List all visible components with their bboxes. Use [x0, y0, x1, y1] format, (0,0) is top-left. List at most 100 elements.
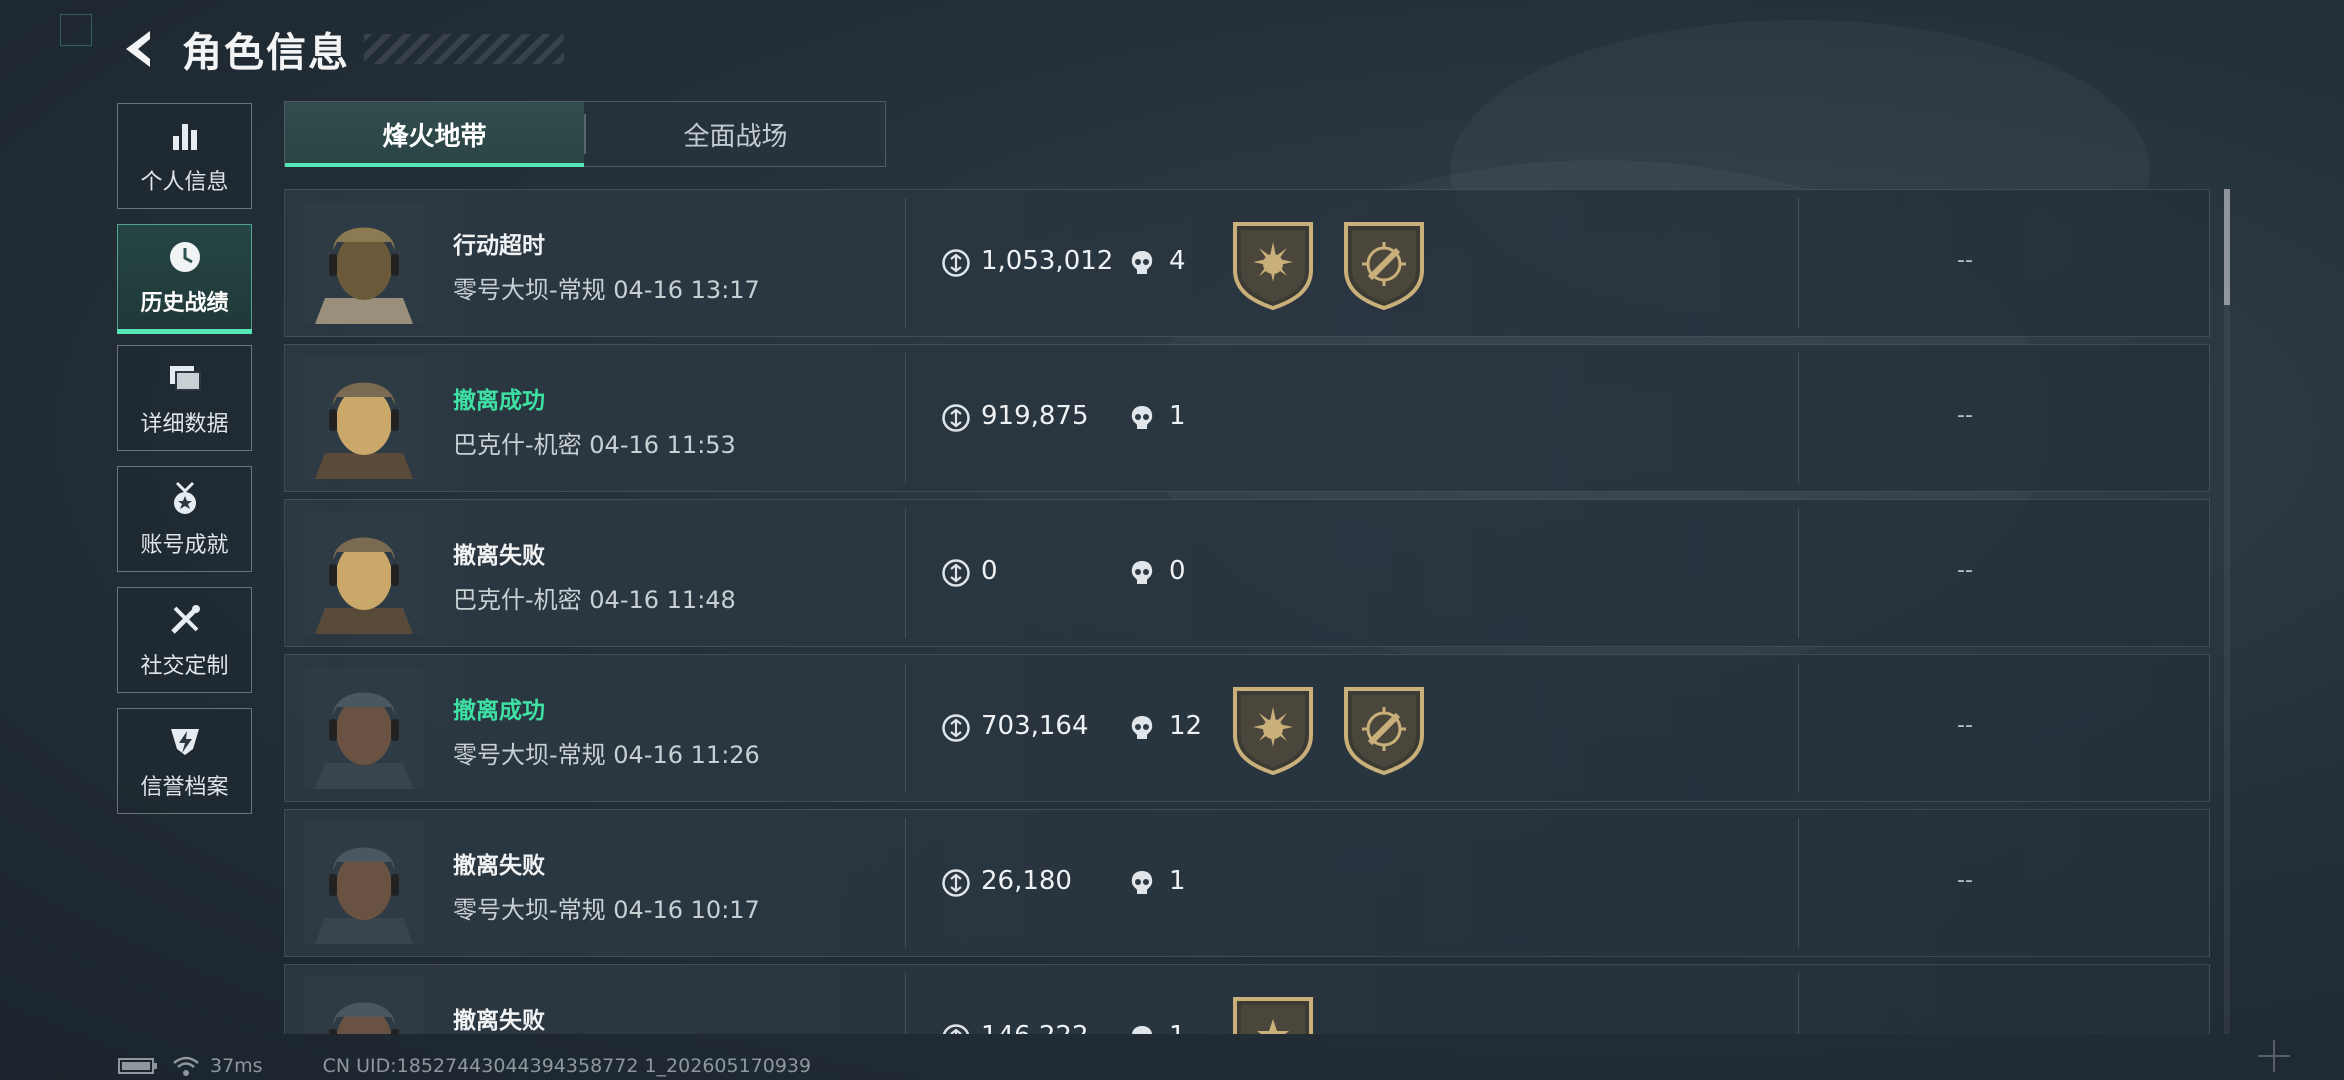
match-row[interactable]: 撤离失败 146,222 1 -- — [284, 964, 2210, 1034]
sidebar-item-label: 详细数据 — [140, 412, 229, 437]
ping-value: 37ms — [210, 1055, 263, 1077]
sidebar: 个人信息 历史战绩 详细数据 账号成就 社交定制 信誉档案 — [117, 103, 254, 829]
match-row[interactable]: 撤离成功 零号大坝-常规 04-16 11:26 703,164 12 -- — [284, 654, 2210, 802]
sidebar-item-social[interactable]: 社交定制 — [117, 587, 252, 693]
match-status: 撤离失败 — [453, 543, 545, 569]
match-status: 撤离成功 — [453, 698, 545, 724]
operator-portrait — [305, 202, 423, 324]
match-extra: -- — [1957, 1023, 1973, 1034]
crosshair-missile-badge-icon[interactable] — [1340, 683, 1428, 775]
folder-icon — [169, 366, 201, 391]
sidebar-item-personal-info[interactable]: 个人信息 — [117, 103, 252, 209]
page-title: 角色信息 — [182, 30, 350, 76]
sidebar-item-label: 信誉档案 — [140, 775, 229, 800]
skull-icon — [1131, 1026, 1153, 1034]
match-map-time: 巴克什-机密 04-16 11:53 — [453, 431, 736, 459]
scrollbar-thumb[interactable] — [2224, 189, 2230, 305]
tab-full-battlefield[interactable]: 全面战场 — [586, 102, 885, 166]
sidebar-item-achievements[interactable]: 账号成就 — [117, 466, 252, 572]
sidebar-item-reputation[interactable]: 信誉档案 — [117, 708, 252, 814]
battery-icon — [118, 1058, 157, 1074]
match-row[interactable]: 撤离失败巴克什-机密 04-16 11:48 0 0 -- — [284, 499, 2210, 647]
row-divider — [905, 663, 906, 793]
match-value: 0 — [981, 556, 998, 586]
plus-icon — [2258, 1040, 2290, 1072]
match-value: 26,180 — [981, 866, 1072, 896]
coin-icon — [942, 1024, 970, 1034]
match-row[interactable]: 撤离成功巴克什-机密 04-16 11:53 919,875 1 -- — [284, 344, 2210, 492]
bar-chart-icon — [172, 124, 197, 150]
sidebar-item-label: 历史战绩 — [140, 291, 229, 316]
match-kills: 4 — [1169, 246, 1186, 276]
match-status: 撤离成功 — [453, 388, 545, 414]
match-extra: -- — [1957, 558, 1973, 583]
scrollbar[interactable] — [2224, 189, 2230, 1034]
match-extra: -- — [1957, 248, 1973, 273]
match-value: 1,053,012 — [981, 246, 1114, 276]
row-divider — [905, 973, 906, 1034]
coin-icon — [942, 869, 970, 897]
coin-icon — [942, 404, 970, 432]
medal-icon — [173, 481, 196, 514]
match-info: 撤离失败 零号大坝-常规 04-16 10:17 — [453, 846, 760, 925]
match-kills: 1 — [1169, 1021, 1186, 1034]
match-info: 撤离失败 — [453, 1001, 545, 1034]
row-divider — [1798, 818, 1799, 948]
row-divider — [905, 508, 906, 638]
match-info: 行动超时零号大坝-常规 04-16 13:17 — [453, 226, 760, 305]
coin-icon — [942, 714, 970, 742]
match-status: 撤离失败 — [453, 1008, 545, 1034]
sunburst-badge-icon[interactable] — [1229, 218, 1317, 310]
match-value: 146,222 — [981, 1021, 1089, 1034]
operator-portrait — [305, 512, 423, 634]
corner-frame-mark — [60, 14, 92, 46]
match-map-time: 巴克什-机密 04-16 11:48 — [453, 586, 736, 614]
row-divider — [1798, 198, 1799, 328]
wifi-icon — [173, 1056, 199, 1076]
operator-portrait — [305, 822, 423, 944]
tab-hazard-zone[interactable]: 烽火地带 — [285, 102, 584, 167]
coin-icon — [942, 559, 970, 587]
match-extra: -- — [1957, 868, 1973, 893]
row-divider — [905, 198, 906, 328]
title-decoration — [364, 34, 564, 64]
match-map-time: 零号大坝-常规 04-16 11:26 — [453, 741, 760, 769]
match-status: 撤离失败 — [453, 853, 545, 879]
match-info: 撤离成功零号大坝-常规 04-16 11:26 — [453, 691, 760, 770]
page-header: 角色信息 — [118, 22, 564, 76]
match-info: 撤离失败巴克什-机密 04-16 11:48 — [453, 536, 736, 615]
sidebar-item-detailed-data[interactable]: 详细数据 — [117, 345, 252, 451]
sidebar-item-label: 账号成就 — [140, 533, 229, 558]
crosshair-missile-badge-icon[interactable] — [1340, 218, 1428, 310]
coin-icon — [942, 249, 970, 277]
row-divider — [1798, 353, 1799, 483]
status-footer: 37ms CN UID:18527443044394358772 1_20260… — [118, 1054, 811, 1078]
uid-text: CN UID:18527443044394358772 1_2026051709… — [322, 1055, 812, 1077]
match-extra: -- — [1957, 403, 1973, 428]
back-arrow-icon[interactable] — [118, 27, 162, 71]
sidebar-item-label: 社交定制 — [140, 654, 229, 679]
match-value: 919,875 — [981, 401, 1089, 431]
star-badge-icon[interactable] — [1229, 993, 1317, 1034]
skull-icon — [1131, 871, 1153, 894]
tools-icon — [170, 605, 200, 634]
skull-icon — [1131, 406, 1153, 429]
mode-tabs: 烽火地带 全面战场 — [284, 101, 886, 167]
match-kills: 12 — [1169, 711, 1203, 741]
match-value: 703,164 — [981, 711, 1089, 741]
row-divider — [905, 818, 906, 948]
operator-portrait — [305, 977, 423, 1034]
sidebar-item-history[interactable]: 历史战绩 — [117, 224, 252, 334]
match-kills: 1 — [1169, 401, 1186, 431]
match-map-time: 零号大坝-常规 04-16 13:17 — [453, 276, 760, 304]
operator-portrait — [305, 667, 423, 789]
row-divider — [1798, 663, 1799, 793]
row-divider — [1798, 973, 1799, 1034]
match-status: 行动超时 — [453, 233, 545, 259]
match-kills: 0 — [1169, 556, 1186, 586]
clock-icon — [169, 242, 200, 272]
sunburst-badge-icon[interactable] — [1229, 683, 1317, 775]
match-row[interactable]: 行动超时零号大坝-常规 04-16 13:17 1,053,012 4 -- — [284, 189, 2210, 337]
match-row[interactable]: 撤离失败 零号大坝-常规 04-16 10:17 26,180 1 -- — [284, 809, 2210, 957]
match-info: 撤离成功巴克什-机密 04-16 11:53 — [453, 381, 736, 460]
